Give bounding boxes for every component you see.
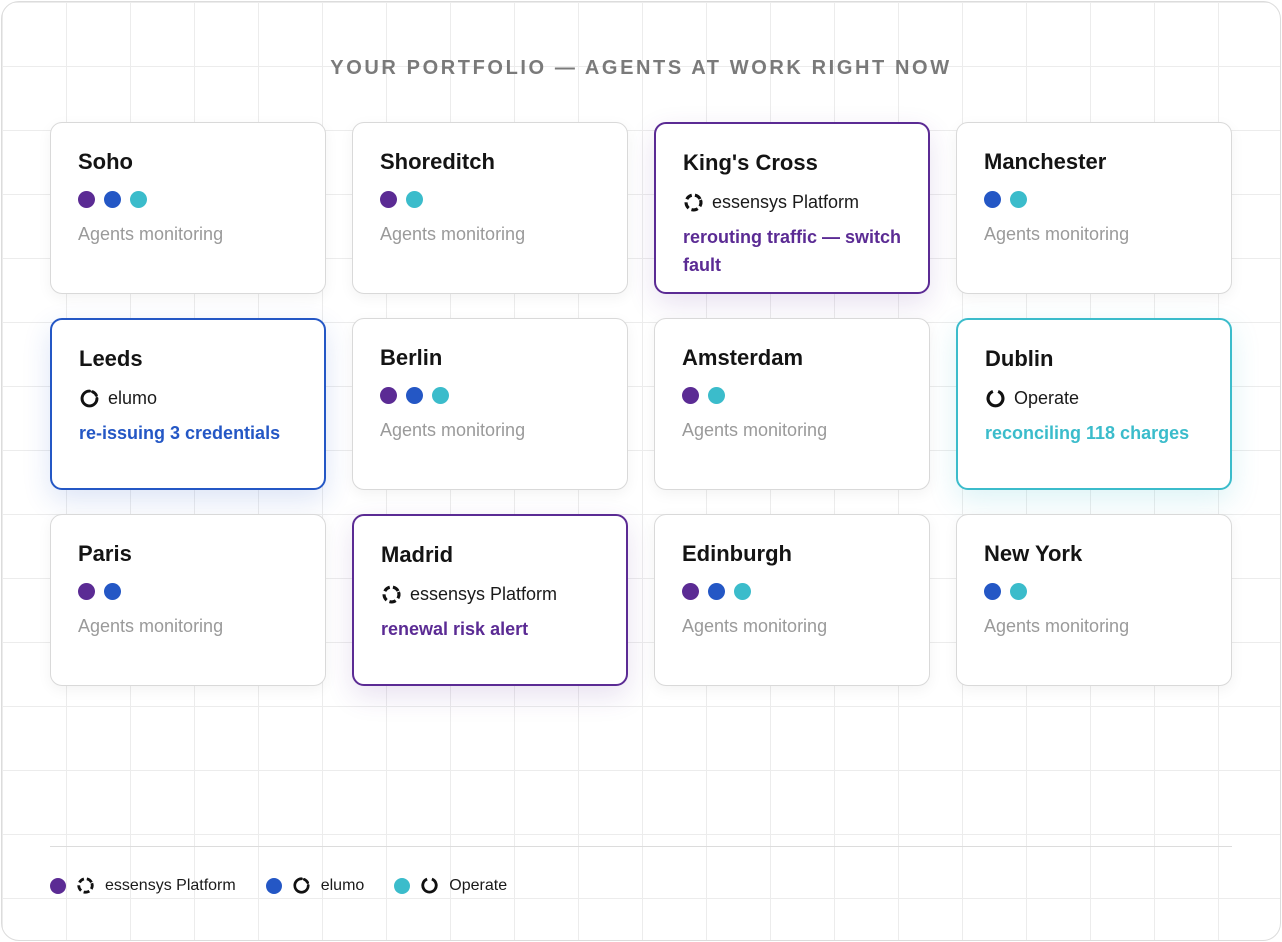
site-name: Amsterdam [682,345,804,370]
site-name: Paris [78,541,132,566]
operate-agent-dot [708,387,725,404]
site-status: Agents monitoring [78,224,224,244]
elumo-agent-dot [104,191,121,208]
site-name: Dublin [985,346,1054,371]
agent-dots [78,583,299,600]
site-name: King's Cross [683,150,818,175]
elumo-agent-dot [406,387,423,404]
legend-label: Operate [449,876,508,894]
agent-dots [78,191,299,208]
site-name: Shoreditch [380,149,495,174]
site-card-paris[interactable]: Paris Agents monitoring [50,514,326,686]
legend-item-essensys: essensys Platform [50,876,236,895]
site-status: Agents monitoring [682,420,828,440]
agent-brand-label: essensys Platform [410,584,558,604]
site-card-manchester[interactable]: Manchester Agents monitoring [956,122,1232,294]
elumo-agent-dot [984,583,1001,600]
site-status: Agents monitoring [984,224,1130,244]
site-card-berlin[interactable]: Berlin Agents monitoring [352,318,628,490]
elumo-legend-dot [265,877,282,894]
essensys-logo-icon [382,585,401,604]
site-card-leeds[interactable]: Leeds elumo re-issuing 3 credentials [50,318,326,490]
site-name: Berlin [380,345,443,370]
agent-brand-label: elumo [108,388,158,408]
essensys-agent-dot [78,191,95,208]
operate-agent-dot [130,191,147,208]
legend-item-operate: Operate [394,876,507,895]
agent-dots [682,387,903,404]
agent-brand-label: essensys Platform [712,192,860,212]
site-card-new-york[interactable]: New York Agents monitoring [956,514,1232,686]
essensys-agent-dot [78,583,95,600]
essensys-agent-dot [380,191,397,208]
portfolio-panel: YOUR PORTFOLIO — AGENTS AT WORK RIGHT NO… [1,1,1281,941]
agent-task-status: re-issuing 3 credentials [79,423,281,443]
site-name: Leeds [79,346,143,371]
site-card-king-s-cross[interactable]: King's Cross essensys Platform rerouting t… [654,122,930,294]
site-card-dublin[interactable]: Dublin Operate reconciling 118 charges [956,318,1232,490]
legend-divider [50,846,1232,847]
site-name: Edinburgh [682,541,792,566]
site-name: Madrid [381,542,454,567]
agent-task-status: rerouting traffic — switch fault [683,227,902,275]
active-agent-brand: elumo [79,388,298,409]
essensys-logo-icon [684,193,703,212]
elumo-agent-dot [708,583,725,600]
site-card-shoreditch[interactable]: Shoreditch Agents monitoring [352,122,628,294]
site-card-soho[interactable]: Soho Agents monitoring [50,122,326,294]
page-title: YOUR PORTFOLIO — AGENTS AT WORK RIGHT NO… [330,57,952,79]
site-status: Agents monitoring [380,224,526,244]
essensys-agent-dot [682,583,699,600]
operate-agent-dot [432,387,449,404]
operate-agent-dot [734,583,751,600]
legend-label: essensys Platform [105,876,236,894]
site-card-madrid[interactable]: Madrid essensys Platform renewal risk aler… [352,514,628,686]
agent-dots [380,191,601,208]
legend-item-elumo: elumo [265,876,365,895]
agent-brand-label: Operate [1014,388,1080,408]
agent-task-status: reconciling 118 charges [985,423,1190,443]
site-card-grid: Soho Agents monitoring Shoreditch Agents mo… [50,122,1234,686]
operate-logo-icon [986,389,1005,408]
operate-agent-dot [406,191,423,208]
site-status: Agents monitoring [984,616,1130,636]
active-agent-brand: essensys Platform [381,584,600,605]
operate-legend-dot [394,877,411,894]
agent-dots [682,583,903,600]
elumo-agent-dot [104,583,121,600]
elumo-agent-dot [984,191,1001,208]
site-name: Manchester [984,149,1107,174]
operate-agent-dot [1010,191,1027,208]
essensys-logo-icon [77,877,94,894]
legend-label: elumo [320,876,365,894]
active-agent-brand: essensys Platform [683,192,902,213]
product-legend: essensys Platform elumo Operate [50,876,507,895]
agent-dots [984,583,1205,600]
essensys-agent-dot [380,387,397,404]
agent-task-status: renewal risk alert [381,619,529,639]
site-card-edinburgh[interactable]: Edinburgh Agents monitoring [654,514,930,686]
site-status: Agents monitoring [380,420,526,440]
site-status: Agents monitoring [682,616,828,636]
agent-dots [380,387,601,404]
operate-logo-icon [421,877,438,894]
site-name: Soho [78,149,133,174]
essensys-legend-dot [50,877,66,894]
elumo-logo-icon [293,877,310,894]
site-card-amsterdam[interactable]: Amsterdam Agents monitoring [654,318,930,490]
active-agent-brand: Operate [985,388,1204,409]
site-name: New York [984,541,1083,566]
agent-dots [984,191,1205,208]
elumo-logo-icon [80,389,99,408]
site-status: Agents monitoring [78,616,224,636]
essensys-agent-dot [682,387,699,404]
operate-agent-dot [1010,583,1027,600]
